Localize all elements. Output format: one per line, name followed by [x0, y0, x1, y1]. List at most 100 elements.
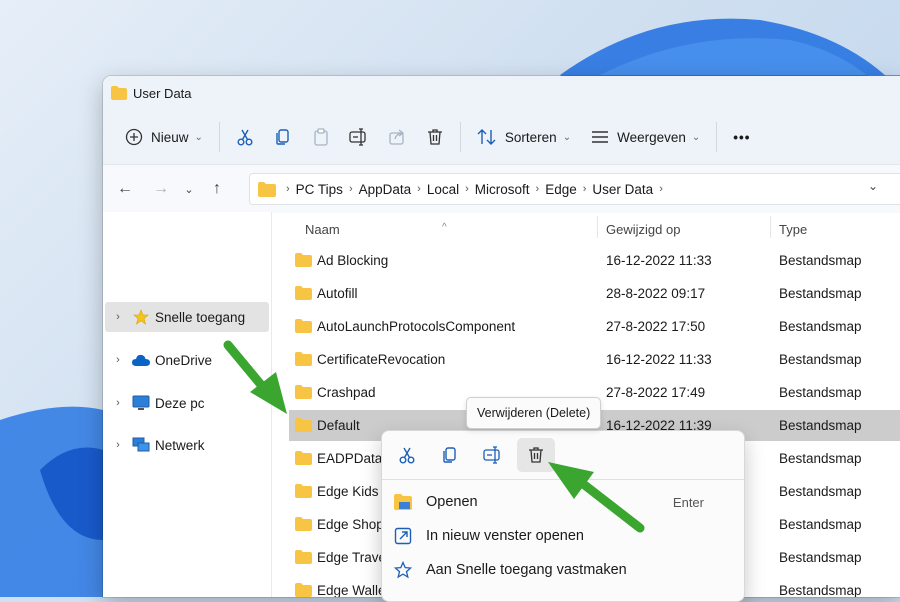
file-name: Crashpad — [317, 385, 376, 400]
context-menu: Openen Enter In nieuw venster openen Aan… — [381, 430, 745, 602]
column-header-name[interactable]: Naam — [305, 222, 340, 237]
column-header-type[interactable]: Type — [779, 222, 807, 237]
file-row[interactable]: Ad Blocking 16-12-2022 11:33 Bestandsmap — [289, 245, 900, 276]
recent-locations-button[interactable]: ⌄ — [179, 173, 199, 205]
file-type: Bestandsmap — [779, 352, 862, 367]
file-type: Bestandsmap — [779, 418, 862, 433]
file-name: CertificateRevocation — [317, 352, 446, 367]
up-button[interactable]: ↑ — [199, 173, 235, 205]
file-modified: 27-8-2022 17:49 — [606, 385, 706, 400]
folder-icon — [295, 550, 312, 564]
file-name: AutoLaunchProtocolsComponent — [317, 319, 516, 334]
folder-icon — [295, 286, 312, 300]
address-bar[interactable]: › PC Tips › AppData › Local › Microsoft … — [249, 173, 900, 205]
context-cut-button[interactable] — [388, 438, 426, 472]
breadcrumb-edge[interactable]: Edge — [545, 182, 577, 197]
new-label: Nieuw — [151, 129, 189, 145]
file-type: Bestandsmap — [779, 451, 862, 466]
folder-icon — [295, 352, 312, 366]
column-header-modified[interactable]: Gewijzigd op — [606, 222, 680, 237]
back-button[interactable]: ← — [107, 173, 143, 205]
file-modified: 16-12-2022 11:33 — [606, 352, 712, 367]
forward-button[interactable]: → — [143, 173, 179, 205]
file-type: Bestandsmap — [779, 286, 862, 301]
file-row[interactable]: AutoLaunchProtocolsComponent 27-8-2022 17… — [289, 311, 900, 342]
view-button[interactable]: Weergeven ⌄ — [581, 120, 710, 154]
sort-ascending-icon: ^ — [442, 222, 447, 233]
sort-button[interactable]: Sorteren ⌄ — [467, 120, 581, 154]
context-delete-button[interactable] — [517, 438, 555, 472]
delete-button[interactable] — [416, 120, 454, 154]
chevron-right-icon[interactable]: › — [105, 311, 131, 323]
chevron-right-icon: › — [659, 183, 663, 195]
chevron-down-icon: ⌄ — [562, 131, 572, 143]
chevron-down-icon: ⌄ — [691, 131, 701, 143]
folder-icon — [295, 418, 312, 432]
file-name: Edge Wallet — [317, 583, 390, 597]
file-name: Edge Travel — [317, 550, 390, 565]
chevron-right-icon[interactable]: › — [105, 439, 131, 451]
sidebar-item-label: OneDrive — [155, 352, 213, 368]
file-type: Bestandsmap — [779, 385, 862, 400]
rename-button[interactable] — [340, 120, 378, 154]
copy-icon — [443, 447, 456, 463]
sidebar-item-network[interactable]: › Netwerk — [105, 430, 269, 460]
copy-button[interactable] — [264, 120, 302, 154]
window-title: User Data — [133, 85, 192, 101]
share-button[interactable] — [378, 120, 416, 154]
sidebar-item-label: Netwerk — [155, 437, 205, 453]
delete-tooltip: Verwijderen (Delete) — [466, 397, 602, 429]
more-options-button[interactable]: ••• — [723, 120, 760, 154]
context-menu-item-pin-quick-access[interactable]: Aan Snelle toegang vastmaken — [382, 553, 744, 587]
file-name: Autofill — [317, 286, 358, 301]
breadcrumb-local[interactable]: Local — [427, 182, 459, 197]
file-modified: 28-8-2022 09:17 — [606, 286, 706, 301]
folder-icon — [111, 86, 127, 100]
rename-icon — [483, 446, 500, 464]
context-copy-button[interactable] — [431, 438, 469, 472]
file-row[interactable]: CertificateRevocation 16-12-2022 11:33 Bes… — [289, 344, 900, 375]
context-menu-item-open-new-window[interactable]: In nieuw venster openen — [382, 519, 744, 553]
folder-icon — [295, 517, 312, 531]
folder-icon — [295, 319, 312, 333]
chevron-right-icon: › — [535, 183, 540, 195]
context-menu-action-bar — [382, 431, 744, 479]
sidebar-item-onedrive[interactable]: › OneDrive — [105, 345, 269, 375]
file-type: Bestandsmap — [779, 517, 862, 532]
file-row[interactable]: Autofill 28-8-2022 09:17 Bestandsmap — [289, 278, 900, 309]
chevron-right-icon[interactable]: › — [105, 354, 131, 366]
toolbar-divider — [716, 122, 718, 152]
breadcrumb-microsoft[interactable]: Microsoft — [475, 182, 530, 197]
breadcrumb-user-data[interactable]: User Data — [592, 182, 653, 197]
toolbar-divider — [218, 122, 220, 152]
context-menu-item-label: In nieuw venster openen — [426, 528, 584, 544]
context-rename-button[interactable] — [474, 438, 512, 472]
chevron-right-icon: › — [417, 183, 421, 195]
address-row: ← → ⌄ ↑ › PC Tips › AppData › Local › Mi… — [103, 164, 900, 213]
file-modified: 16-12-2022 11:33 — [606, 253, 712, 268]
breadcrumb-appdata[interactable]: AppData — [359, 182, 412, 197]
navigation-pane: › Snelle toegang › OneDrive › Deze pc › — [103, 212, 272, 597]
address-history-dropdown[interactable]: ⌄ — [868, 179, 878, 193]
star-outline-icon — [394, 561, 424, 579]
cut-button[interactable] — [226, 120, 264, 154]
context-menu-shortcut: Enter — [672, 494, 704, 510]
folder-icon — [295, 385, 312, 399]
context-menu-item-open[interactable]: Openen Enter — [382, 485, 744, 519]
chevron-right-icon[interactable]: › — [105, 397, 131, 409]
trash-icon — [529, 447, 543, 463]
cloud-icon — [131, 351, 151, 369]
paste-button[interactable] — [302, 120, 340, 154]
chevron-down-icon: ⌄ — [867, 179, 878, 193]
file-type: Bestandsmap — [779, 253, 862, 268]
monitor-icon — [131, 394, 151, 412]
list-view-icon — [592, 131, 609, 143]
new-button[interactable]: Nieuw ⌄ — [115, 120, 213, 154]
copy-icon — [276, 129, 289, 145]
title-bar: User Data — [103, 76, 900, 110]
chevron-right-icon: › — [348, 183, 353, 195]
sidebar-item-quick-access[interactable]: › Snelle toegang — [105, 302, 269, 332]
sidebar-item-this-pc[interactable]: › Deze pc — [105, 388, 269, 418]
file-name: Default — [317, 418, 360, 433]
breadcrumb-pc-tips[interactable]: PC Tips — [296, 182, 343, 197]
